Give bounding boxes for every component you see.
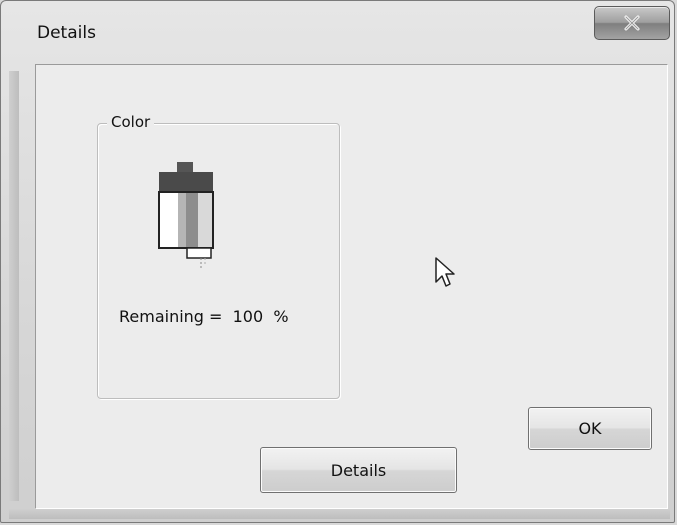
window-frame-bottom [9, 509, 670, 519]
group-label: Color [107, 113, 155, 131]
ink-cartridge-icon [157, 162, 215, 274]
ok-button[interactable]: OK [528, 407, 652, 450]
title-bar[interactable]: Details [1, 1, 674, 55]
close-button[interactable] [594, 6, 670, 40]
details-dialog: Details Color Remaining = 100 % OK Detai… [0, 0, 675, 523]
window-title: Details [37, 23, 96, 43]
close-icon [624, 15, 640, 31]
details-button[interactable]: Details [260, 447, 457, 493]
remaining-level-text: Remaining = 100 % [119, 307, 289, 326]
color-groupbox [97, 123, 340, 399]
mouse-pointer-icon [434, 256, 458, 294]
window-frame-left [9, 71, 19, 501]
